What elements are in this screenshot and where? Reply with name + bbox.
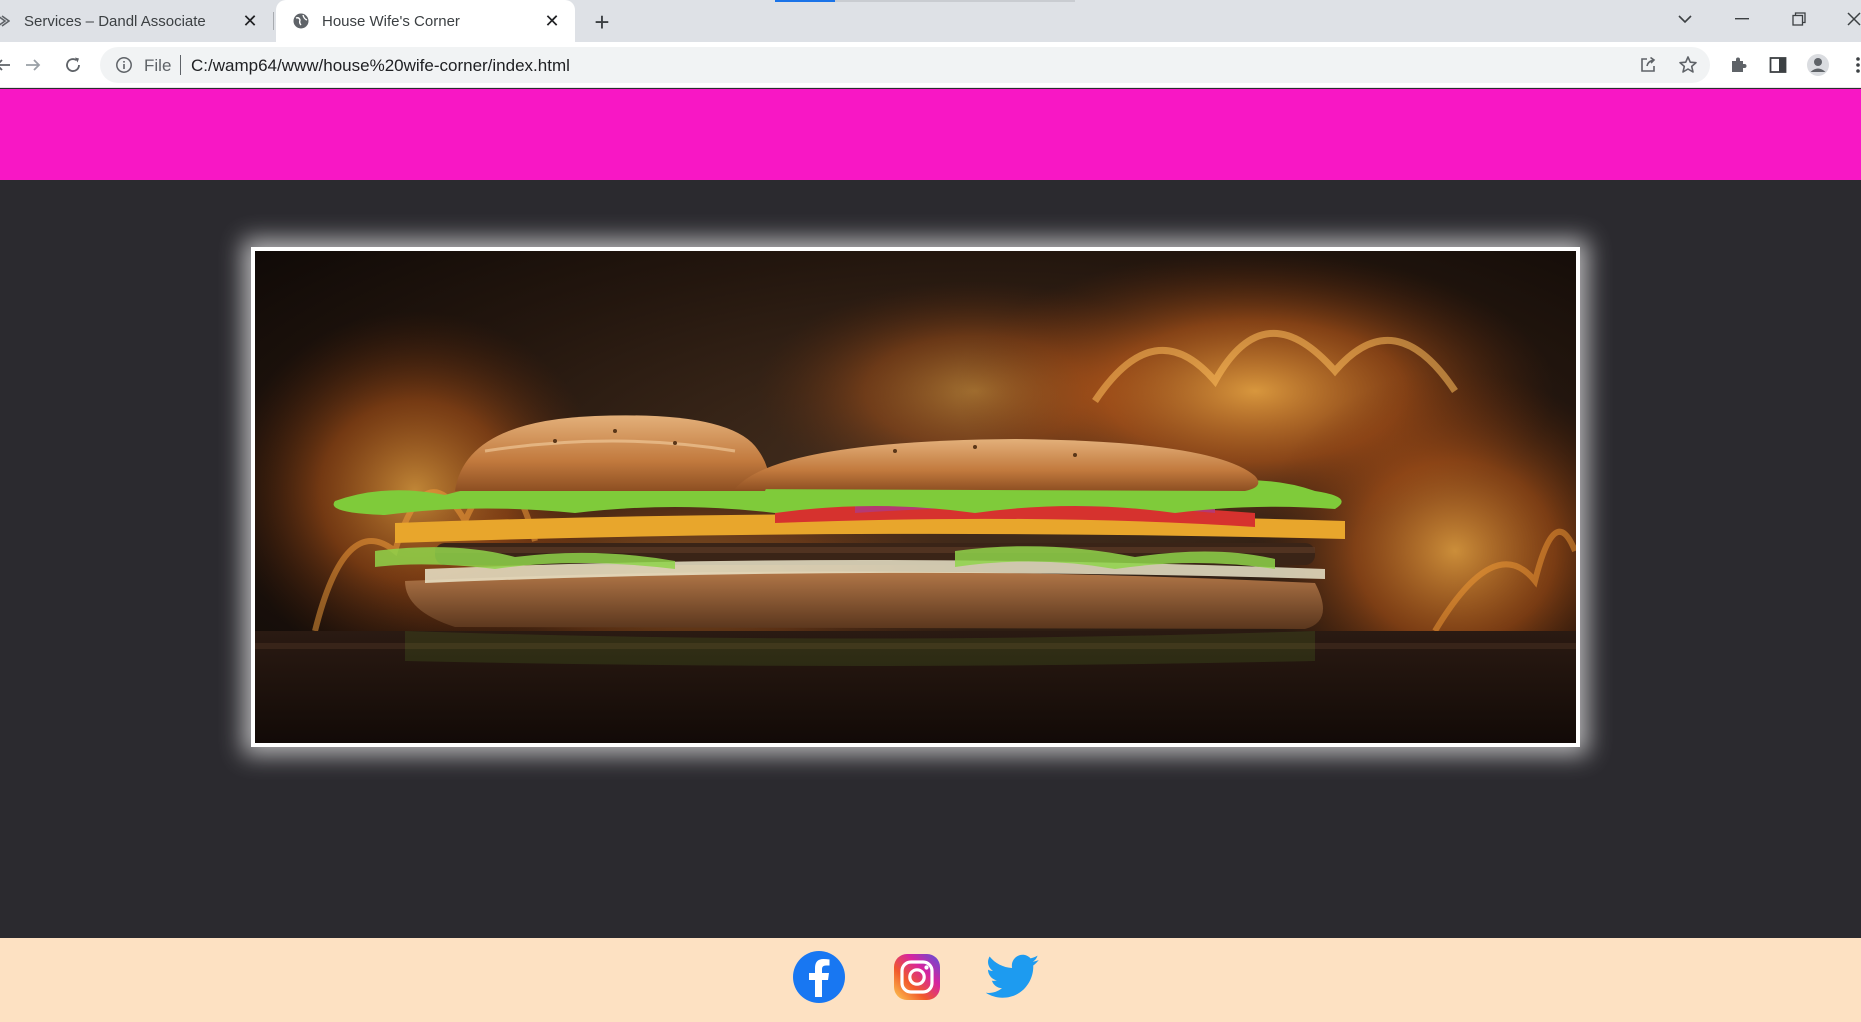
profile-avatar-icon[interactable] xyxy=(1805,52,1831,78)
page-header xyxy=(0,89,1861,180)
browser-toolbar: File C:/wamp64/www/house%20wife-corner/i… xyxy=(0,42,1861,88)
back-arrow-icon[interactable] xyxy=(0,50,18,80)
share-icon[interactable] xyxy=(1636,53,1660,77)
facebook-icon[interactable] xyxy=(791,949,847,1005)
close-tab-icon[interactable]: ✕ xyxy=(541,10,563,32)
loading-track xyxy=(835,0,1075,2)
page-footer xyxy=(0,938,1861,1022)
address-bar[interactable]: File C:/wamp64/www/house%20wife-corner/i… xyxy=(100,47,1710,83)
tab-title: House Wife's Corner xyxy=(322,12,460,30)
twitter-icon[interactable] xyxy=(985,949,1041,1005)
close-tab-icon[interactable]: ✕ xyxy=(239,10,261,32)
side-panel-icon[interactable] xyxy=(1765,52,1791,78)
more-menu-icon[interactable] xyxy=(1845,52,1861,78)
tab-divider xyxy=(273,12,274,30)
restore-icon[interactable] xyxy=(1781,4,1817,34)
instagram-icon[interactable] xyxy=(889,949,945,1005)
site-favicon-icon xyxy=(0,12,12,30)
hero-burger-image xyxy=(251,247,1580,747)
bookmark-star-icon[interactable] xyxy=(1676,53,1700,77)
browser-tab-strip: Services – Dandl Associate ✕ House Wife'… xyxy=(0,0,1861,42)
tab-services[interactable]: Services – Dandl Associate ✕ xyxy=(0,0,273,42)
extensions-puzzle-icon[interactable] xyxy=(1726,52,1752,78)
web-page xyxy=(0,89,1861,1022)
info-icon[interactable] xyxy=(114,55,134,75)
url-text[interactable]: C:/wamp64/www/house%20wife-corner/index.… xyxy=(191,56,570,76)
reload-icon[interactable] xyxy=(58,50,88,80)
forward-arrow-icon[interactable] xyxy=(18,50,48,80)
tab-house-wife-corner[interactable]: House Wife's Corner ✕ xyxy=(276,0,575,42)
tab-search-chevron-icon[interactable] xyxy=(1667,4,1703,34)
address-divider xyxy=(180,55,181,75)
loading-indicator xyxy=(775,0,835,2)
globe-icon xyxy=(292,12,310,30)
close-window-icon[interactable] xyxy=(1836,4,1861,34)
minimize-icon[interactable] xyxy=(1724,4,1760,34)
tab-title: Services – Dandl Associate xyxy=(24,12,206,30)
scheme-label: File xyxy=(144,56,172,75)
new-tab-button[interactable]: + xyxy=(588,7,616,37)
